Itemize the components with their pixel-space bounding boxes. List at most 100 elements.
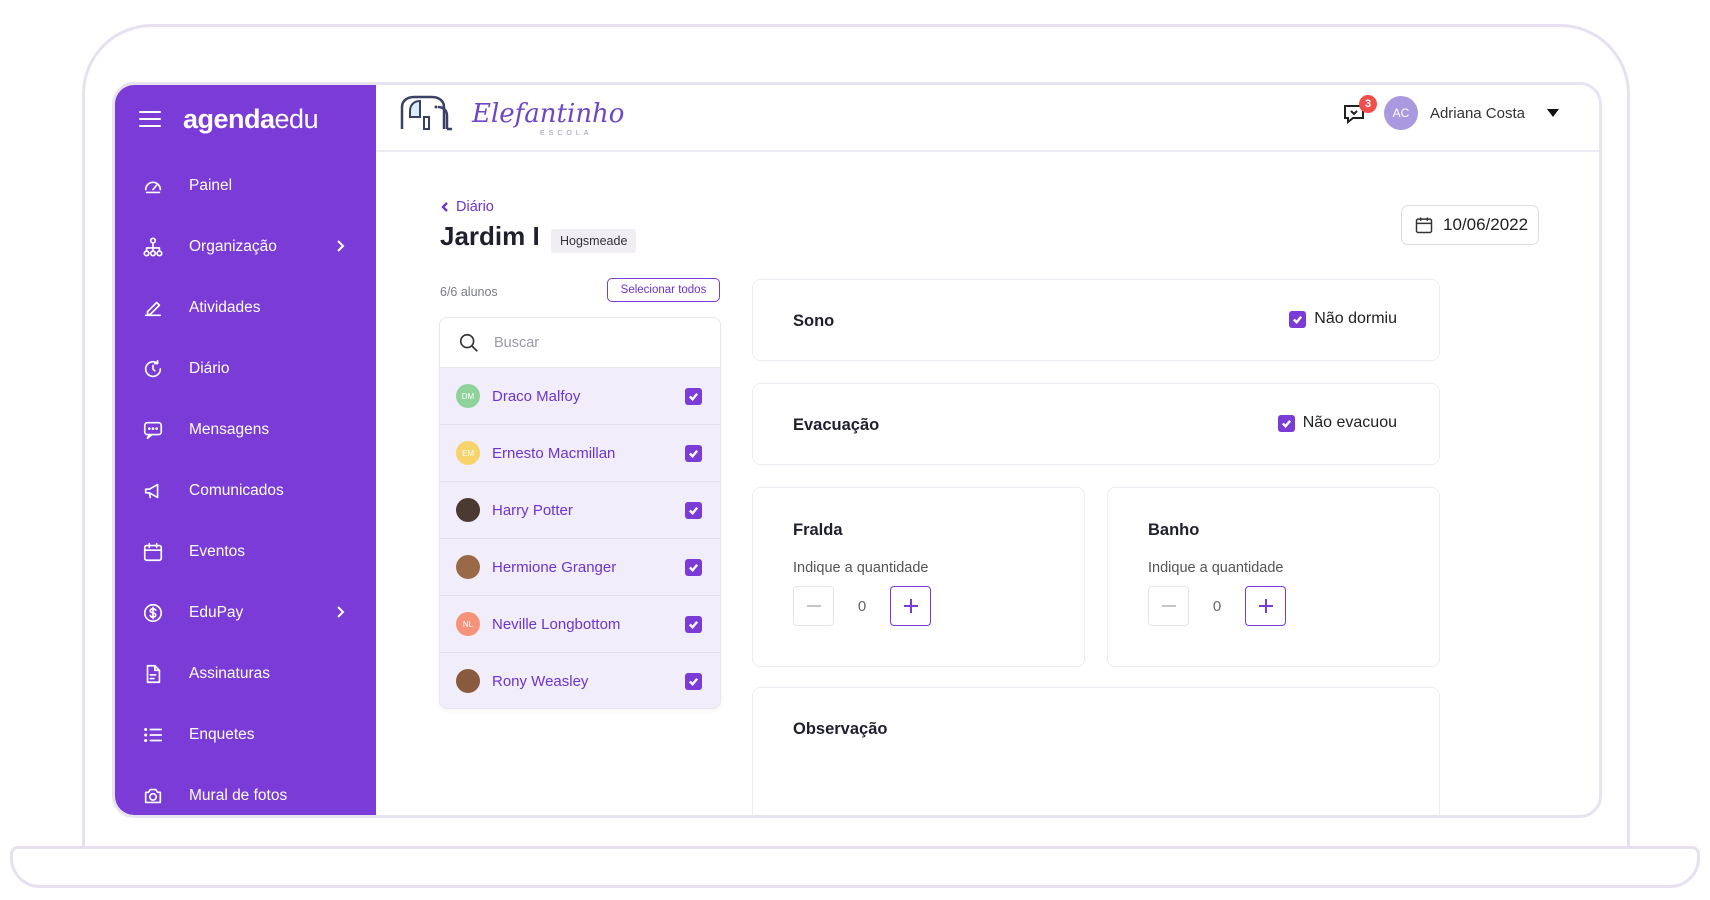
sidebar-item-label: Comunicados xyxy=(189,481,284,499)
student-name: Rony Weasley xyxy=(492,672,589,690)
gauge-icon xyxy=(141,174,165,198)
list-item[interactable]: Harry Potter xyxy=(440,482,720,539)
sidebar-item-label: Organização xyxy=(189,237,277,255)
sidebar-item-label: Enquetes xyxy=(189,725,255,743)
school-subtitle: ESCOLA xyxy=(540,130,593,137)
banho-decrement-button[interactable] xyxy=(1148,586,1189,626)
date-picker-button[interactable]: 10/06/2022 xyxy=(1401,205,1539,245)
student-list: DM Draco Malfoy EM Ernesto Macmillan Harry P… xyxy=(440,368,720,708)
calendar-icon xyxy=(1415,217,1433,234)
sidebar-item-mensagens[interactable]: Mensagens xyxy=(115,399,376,460)
notifications-button[interactable]: 3 xyxy=(1341,95,1377,131)
fralda-decrement-button[interactable] xyxy=(793,586,834,626)
fralda-title: Fralda xyxy=(793,521,843,539)
user-menu[interactable]: AC Adriana Costa xyxy=(1383,95,1559,131)
brand-logo[interactable]: agendaedu xyxy=(183,104,319,135)
clock-refresh-icon xyxy=(141,357,165,381)
avatar: EM xyxy=(456,441,480,465)
sidebar-item-label: Mensagens xyxy=(189,420,270,438)
banho-hint: Indique a quantidade xyxy=(1148,560,1284,576)
date-value: 10/06/2022 xyxy=(1443,215,1529,234)
document-icon xyxy=(141,662,165,686)
fralda-increment-button[interactable] xyxy=(890,586,931,626)
elephant-logo-icon xyxy=(400,95,452,131)
student-list-panel: DM Draco Malfoy EM Ernesto Macmillan Harry P… xyxy=(439,317,721,709)
student-name: Hermione Granger xyxy=(492,558,617,576)
sidebar-item-enquetes[interactable]: Enquetes xyxy=(115,704,376,765)
banho-value: 0 xyxy=(1212,597,1222,615)
search-icon xyxy=(459,333,478,352)
chevron-right-icon[interactable] xyxy=(332,604,348,620)
checkmark-icon xyxy=(688,506,699,516)
sidebar-item-organizacao[interactable]: Organização xyxy=(115,216,376,277)
plus-icon xyxy=(903,599,918,613)
banho-increment-button[interactable] xyxy=(1245,586,1286,626)
laptop-base xyxy=(10,846,1700,888)
sidebar-item-eventos[interactable]: Eventos xyxy=(115,521,376,582)
evacuacao-card: Evacuação Não evacuou xyxy=(752,383,1440,465)
camera-icon xyxy=(141,784,165,808)
fralda-hint: Indique a quantidade xyxy=(793,560,929,576)
sono-title: Sono xyxy=(793,312,835,330)
calendar-icon xyxy=(141,540,165,564)
topbar: Elefantinho ESCOLA 3 AC Adriana Costa xyxy=(376,85,1599,152)
checkbox-label: Não dormiu xyxy=(1314,310,1397,327)
checkbox-label: Não evacuou xyxy=(1302,414,1397,431)
checkmark-icon xyxy=(688,677,699,687)
chevron-right-icon[interactable] xyxy=(332,238,348,254)
sidebar-item-label: Eventos xyxy=(189,542,246,560)
list-item[interactable]: DM Draco Malfoy xyxy=(440,368,720,425)
sidebar-item-painel[interactable]: Painel xyxy=(115,155,376,216)
pencil-icon xyxy=(141,296,165,320)
sidebar-item-label: Diário xyxy=(189,359,230,377)
list-item[interactable]: Rony Weasley xyxy=(440,653,720,708)
chevron-left-icon xyxy=(441,202,448,212)
sidebar-item-label: Assinaturas xyxy=(189,664,270,682)
school-logo[interactable]: Elefantinho ESCOLA xyxy=(398,93,624,137)
sidebar-nav: Painel Organização Atividades Diário Men… xyxy=(115,155,376,815)
avatar xyxy=(456,498,480,522)
avatar xyxy=(456,555,480,579)
nao-dormiu-checkbox[interactable]: Não dormiu xyxy=(1289,310,1397,328)
message-icon xyxy=(141,418,165,442)
checkmark-icon xyxy=(688,563,699,573)
sidebar-item-edupay[interactable]: EduPay xyxy=(115,582,376,643)
dollar-icon xyxy=(141,601,165,625)
search-input[interactable] xyxy=(494,334,694,351)
list-item[interactable]: EM Ernesto Macmillan xyxy=(440,425,720,482)
brand: agendaedu xyxy=(139,99,319,139)
student-checkbox[interactable] xyxy=(685,388,702,405)
org-chart-icon xyxy=(141,235,165,259)
sidebar: agendaedu Painel Organização Atividades … xyxy=(115,85,376,815)
sono-card: Sono Não dormiu xyxy=(752,279,1440,361)
student-checkbox[interactable] xyxy=(685,445,702,462)
student-name: Harry Potter xyxy=(492,501,573,519)
student-checkbox[interactable] xyxy=(685,673,702,690)
search-bar xyxy=(440,318,720,368)
list-item[interactable]: Hermione Granger xyxy=(440,539,720,596)
nao-evacuou-checkbox[interactable]: Não evacuou xyxy=(1277,414,1397,432)
avatar: NL xyxy=(456,612,480,636)
list-item[interactable]: NL Neville Longbottom xyxy=(440,596,720,653)
menu-icon[interactable] xyxy=(139,111,161,127)
sidebar-item-atividades[interactable]: Atividades xyxy=(115,277,376,338)
app-screen: agendaedu Painel Organização Atividades … xyxy=(112,82,1602,818)
back-link[interactable]: Diário xyxy=(440,199,494,215)
checkbox-checked-icon xyxy=(1289,310,1307,328)
observacao-title: Observação xyxy=(793,720,888,738)
checkbox-checked-icon xyxy=(1277,414,1295,432)
student-checkbox[interactable] xyxy=(685,616,702,633)
fralda-stepper: 0 xyxy=(793,586,931,626)
student-checkbox[interactable] xyxy=(685,559,702,576)
sidebar-item-assinaturas[interactable]: Assinaturas xyxy=(115,643,376,704)
plus-icon xyxy=(1258,599,1273,613)
select-all-button[interactable]: Selecionar todos xyxy=(607,278,720,302)
sidebar-item-mural-de-fotos[interactable]: Mural de fotos xyxy=(115,765,376,815)
observacao-card: Observação xyxy=(752,687,1440,815)
sidebar-item-diario[interactable]: Diário xyxy=(115,338,376,399)
student-checkbox[interactable] xyxy=(685,502,702,519)
sidebar-item-comunicados[interactable]: Comunicados xyxy=(115,460,376,521)
banho-card: Banho Indique a quantidade 0 xyxy=(1107,487,1440,667)
list-icon xyxy=(141,723,165,747)
fralda-value: 0 xyxy=(857,597,867,615)
